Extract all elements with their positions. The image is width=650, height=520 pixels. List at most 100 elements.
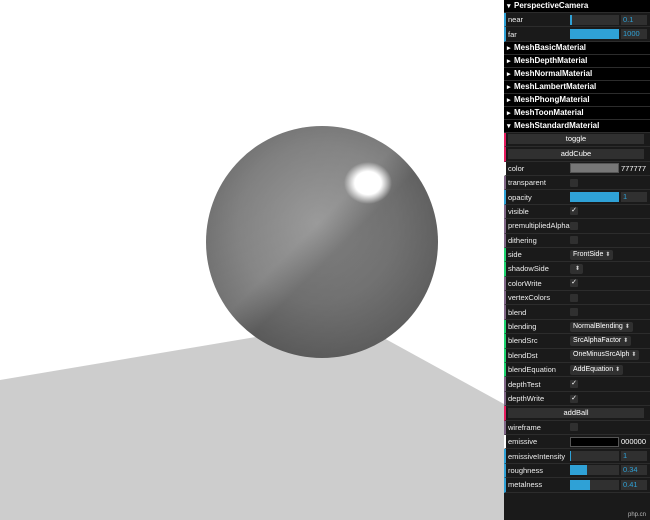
folder-title: MeshPhongMaterial [514,94,590,104]
folder-mesh-toon-material[interactable]: ▸ MeshToonMaterial [504,106,650,120]
depth-test-label: depthTest [508,379,541,389]
visible-control: visible ✓ [504,204,650,220]
far-label: far [508,29,517,39]
depth-write-label: depthWrite [508,394,545,403]
dithering-checkbox[interactable] [570,236,578,245]
roughness-label: roughness [508,465,544,475]
caret-right-icon: ▸ [507,83,511,91]
far-input[interactable]: 1000 [621,29,647,40]
floor-plane [0,336,504,520]
near-input[interactable]: 0.1 [621,14,647,25]
three-viewport[interactable] [0,0,504,520]
caret-down-icon: ▾ [507,122,511,130]
dat-gui-panel[interactable]: ▾ PerspectiveCamera near 0.1 far 1000 ▸ Me… [504,0,650,520]
color-control: color 777777 [504,161,650,176]
blend-equation-label: blendEquation [508,365,556,375]
opacity-input[interactable]: 1 [621,192,647,203]
folder-mesh-normal-material[interactable]: ▸ MeshNormalMaterial [504,67,650,81]
wireframe-checkbox[interactable] [570,423,578,432]
blend-src-select[interactable]: SrcAlphaFactor ⬍ [570,335,632,346]
caret-right-icon: ▸ [507,96,511,104]
vertex-colors-control: vertexColors [504,291,650,306]
color-label: color [508,163,525,173]
color-write-control: colorWrite ✓ [504,276,650,292]
chevron-updown-icon: ⬍ [623,337,629,344]
roughness-slider[interactable] [570,465,619,476]
emissive-intensity-input[interactable]: 1 [621,451,647,462]
side-select[interactable]: FrontSide ⬍ [570,249,614,260]
caret-right-icon: ▸ [507,109,511,117]
blend-src-control: blendSrc SrcAlphaFactor ⬍ [504,334,650,349]
emissive-hex-input[interactable]: 000000 [621,437,649,446]
scene-canvas[interactable] [0,0,504,520]
opacity-label: opacity [508,192,532,202]
opacity-slider[interactable] [570,192,619,203]
folder-mesh-basic-material[interactable]: ▸ MeshBasicMaterial [504,41,650,55]
transparent-label: transparent [508,178,546,188]
side-select-value: FrontSide [573,250,604,258]
wireframe-control: wireframe [504,420,650,435]
blend-equation-select-value: AddEquation [573,365,614,373]
caret-right-icon: ▸ [507,57,511,65]
add-ball-control: addBall [504,406,650,421]
metalness-label: metalness [508,480,543,490]
near-control: near 0.1 [504,13,650,28]
blending-select[interactable]: NormalBlending ⬍ [570,321,633,332]
blend-dst-control: blendDst OneMinusSrcAlph ⬍ [504,348,650,364]
color-hex-input[interactable]: 777777 [621,164,649,173]
folder-mesh-phong-material[interactable]: ▸ MeshPhongMaterial [504,93,650,107]
blend-dst-select-value: OneMinusSrcAlph [573,351,630,359]
blend-equation-control: blendEquation AddEquation ⬍ [504,363,650,378]
toggle-button[interactable]: toggle [508,134,644,145]
toggle-control: toggle [504,132,650,148]
near-slider[interactable] [570,14,619,25]
transparent-checkbox[interactable] [570,178,578,187]
add-ball-button[interactable]: addBall [508,407,644,418]
far-slider[interactable] [570,29,619,40]
blend-equation-select[interactable]: AddEquation ⬍ [570,364,624,375]
premultiplied-alpha-label: premultipliedAlpha [508,221,570,231]
blend-dst-select[interactable]: OneMinusSrcAlph ⬍ [570,350,640,361]
far-control: far 1000 [504,27,650,42]
shadow-side-select[interactable]: ⬍ [570,263,584,274]
blend-src-label: blendSrc [508,336,538,346]
depth-write-checkbox[interactable]: ✓ [570,394,578,403]
wireframe-label: wireframe [508,422,541,432]
metalness-input[interactable]: 0.41 [621,479,647,490]
blending-control: blending NormalBlending ⬍ [504,319,650,335]
emissive-swatch[interactable] [570,436,619,447]
folder-mesh-lambert-material[interactable]: ▸ MeshLambertMaterial [504,80,650,94]
color-swatch[interactable] [570,163,619,174]
roughness-input[interactable]: 0.34 [621,465,647,476]
blending-select-value: NormalBlending [573,322,623,330]
premultiplied-alpha-checkbox[interactable] [570,221,578,230]
folder-title: MeshStandardMaterial [514,120,600,130]
blend-checkbox[interactable] [570,308,578,317]
vertex-colors-checkbox[interactable] [570,293,578,302]
vertex-colors-label: vertexColors [508,293,551,303]
color-write-label: colorWrite [508,278,542,288]
emissive-intensity-label: emissiveIntensity [508,451,566,461]
shadow-side-control: shadowSide ⬍ [504,262,650,277]
blend-src-select-value: SrcAlphaFactor [573,336,622,344]
emissive-intensity-control: emissiveIntensity 1 [504,449,650,464]
color-write-checkbox[interactable]: ✓ [570,279,578,288]
folder-perspective-camera[interactable]: ▾ PerspectiveCamera [504,0,650,13]
add-cube-button[interactable]: addCube [508,148,644,159]
premultiplied-alpha-control: premultipliedAlpha [504,219,650,234]
folder-mesh-standard-material[interactable]: ▾ MeshStandardMaterial [504,119,650,133]
visible-label: visible [508,206,529,216]
opacity-control: opacity 1 [504,190,650,205]
depth-write-control: depthWrite ✓ [504,391,650,407]
emissive-control: emissive 000000 [504,434,650,450]
metalness-slider[interactable] [570,479,619,490]
visible-checkbox[interactable]: ✓ [570,207,578,216]
folder-mesh-depth-material[interactable]: ▸ MeshDepthMaterial [504,54,650,68]
depth-test-checkbox[interactable]: ✓ [570,380,578,389]
dithering-control: dithering [504,233,650,248]
emissive-intensity-slider[interactable] [570,451,619,462]
folder-title: MeshLambertMaterial [514,81,597,91]
sphere-shading-band [206,126,438,358]
shadow-side-label: shadowSide [508,264,549,274]
blending-label: blending [508,322,537,332]
